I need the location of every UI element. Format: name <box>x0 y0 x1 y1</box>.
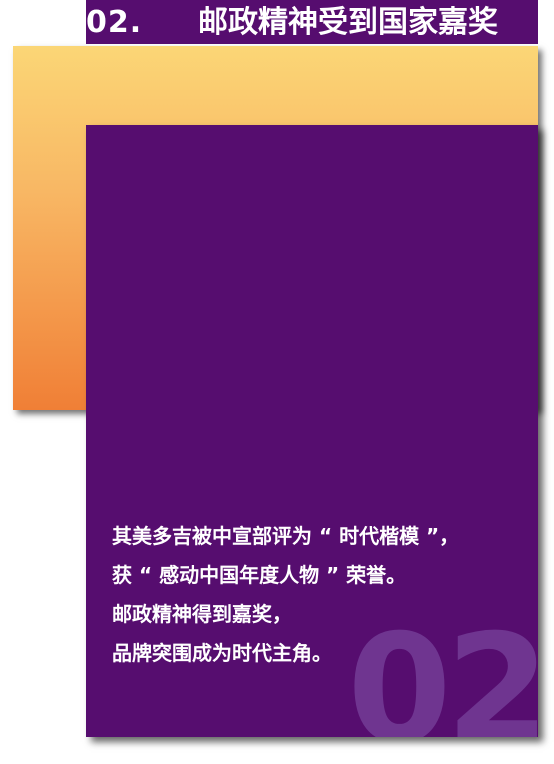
section-title: 邮政精神受到国家嘉奖 <box>198 5 498 40</box>
body-line: 邮政精神得到嘉奖， <box>112 602 292 626</box>
body-text: 其美多吉被中宣部评为 “ 时代楷模 ”， 获 “ 感动中国年度人物 ” 荣誉。 … <box>112 517 459 673</box>
page: 02. 邮政精神受到国家嘉奖 02 其美多吉被中宣部评为 “ 时代楷模 ”， 获… <box>0 0 554 764</box>
content-card: 02 其美多吉被中宣部评为 “ 时代楷模 ”， 获 “ 感动中国年度人物 ” 荣… <box>86 125 538 737</box>
body-line: 品牌突围成为时代主角。 <box>112 641 332 665</box>
section-number: 02. <box>86 5 143 40</box>
body-line: 获 “ 感动中国年度人物 ” 荣誉。 <box>112 563 407 587</box>
body-line: 其美多吉被中宣部评为 “ 时代楷模 ”， <box>112 524 460 548</box>
